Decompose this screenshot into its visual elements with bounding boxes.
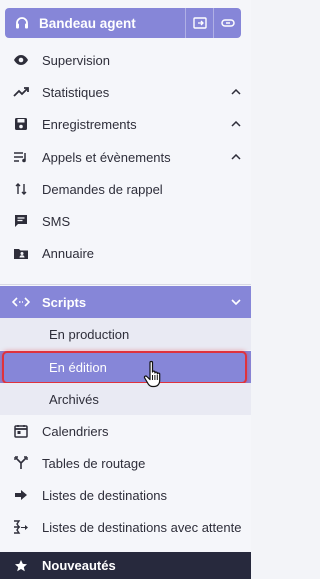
- submenu-item-en-production[interactable]: En production: [0, 318, 251, 350]
- agent-bar[interactable]: Bandeau agent: [5, 8, 241, 38]
- directory-icon: [0, 237, 42, 269]
- queue-icon: [0, 511, 42, 543]
- hand-cursor-icon: [143, 360, 165, 391]
- menu-item-enregistrements[interactable]: Enregistrements: [0, 108, 251, 140]
- list-music-icon: [0, 141, 42, 173]
- menu-item-tables-routage[interactable]: Tables de routage: [0, 447, 251, 479]
- agent-bar-title: Bandeau agent: [39, 15, 136, 31]
- calendar-icon: [0, 415, 42, 447]
- popout-button[interactable]: [185, 8, 213, 38]
- menu-item-label: Appels et évènements: [42, 149, 171, 165]
- sms-icon: [0, 205, 42, 237]
- menu-item-label: Enregistrements: [42, 116, 137, 132]
- news-bar[interactable]: Nouveautés: [0, 552, 251, 579]
- chevron-down-icon[interactable]: [221, 299, 251, 305]
- sidebar: Bandeau agent Supervision Statistiques E…: [0, 0, 251, 579]
- chevron-up-icon[interactable]: [221, 154, 251, 160]
- chevron-up-icon[interactable]: [221, 89, 251, 95]
- menu-item-calendriers[interactable]: Calendriers: [0, 415, 251, 447]
- menu-item-statistiques[interactable]: Statistiques: [0, 76, 251, 108]
- trend-icon: [0, 76, 42, 108]
- code-icon: [0, 286, 42, 318]
- arrow-right-icon: [0, 479, 42, 511]
- submenu-item-archives[interactable]: Archivés: [0, 383, 251, 415]
- chevron-up-icon[interactable]: [221, 121, 251, 127]
- star-icon: [0, 559, 42, 573]
- menu-item-label: SMS: [42, 213, 71, 229]
- save-icon: [0, 108, 42, 140]
- menu-item-listes-destinations[interactable]: Listes de destinations: [0, 479, 251, 511]
- menu-item-annuaire[interactable]: Annuaire: [0, 237, 251, 269]
- menu-item-label: Statistiques: [42, 84, 110, 100]
- menu-item-label: Annuaire: [42, 245, 95, 261]
- menu-item-scripts[interactable]: Scripts: [0, 286, 251, 318]
- menu-item-label: Scripts: [42, 294, 87, 310]
- menu-item-label: Tables de routage: [42, 455, 146, 471]
- menu-item-appels[interactable]: Appels et évènements: [0, 141, 251, 173]
- link-icon: [220, 19, 235, 27]
- routing-icon: [0, 447, 42, 479]
- headset-icon: [5, 8, 39, 38]
- callback-icon: [0, 173, 42, 205]
- menu-item-label: Demandes de rappel: [42, 181, 163, 197]
- menu-item-label: Supervision: [42, 52, 110, 68]
- menu-item-label: Calendriers: [42, 423, 109, 439]
- menu-item-listes-destinations-attente[interactable]: Listes de destinations avec attente: [0, 511, 251, 543]
- news-label: Nouveautés: [42, 558, 116, 573]
- menu-item-demandes-rappel[interactable]: Demandes de rappel: [0, 173, 251, 205]
- menu-item-sms[interactable]: SMS: [0, 205, 251, 237]
- eye-icon: [0, 44, 42, 76]
- menu-item-supervision[interactable]: Supervision: [0, 44, 251, 76]
- link-button[interactable]: [213, 8, 241, 38]
- menu-item-label: Listes de destinations: [42, 487, 168, 503]
- menu-item-label: Listes de destinations avec attente: [42, 519, 242, 535]
- popout-icon: [192, 17, 207, 29]
- selection-highlight: [2, 351, 247, 384]
- menu-divider: [0, 284, 251, 285]
